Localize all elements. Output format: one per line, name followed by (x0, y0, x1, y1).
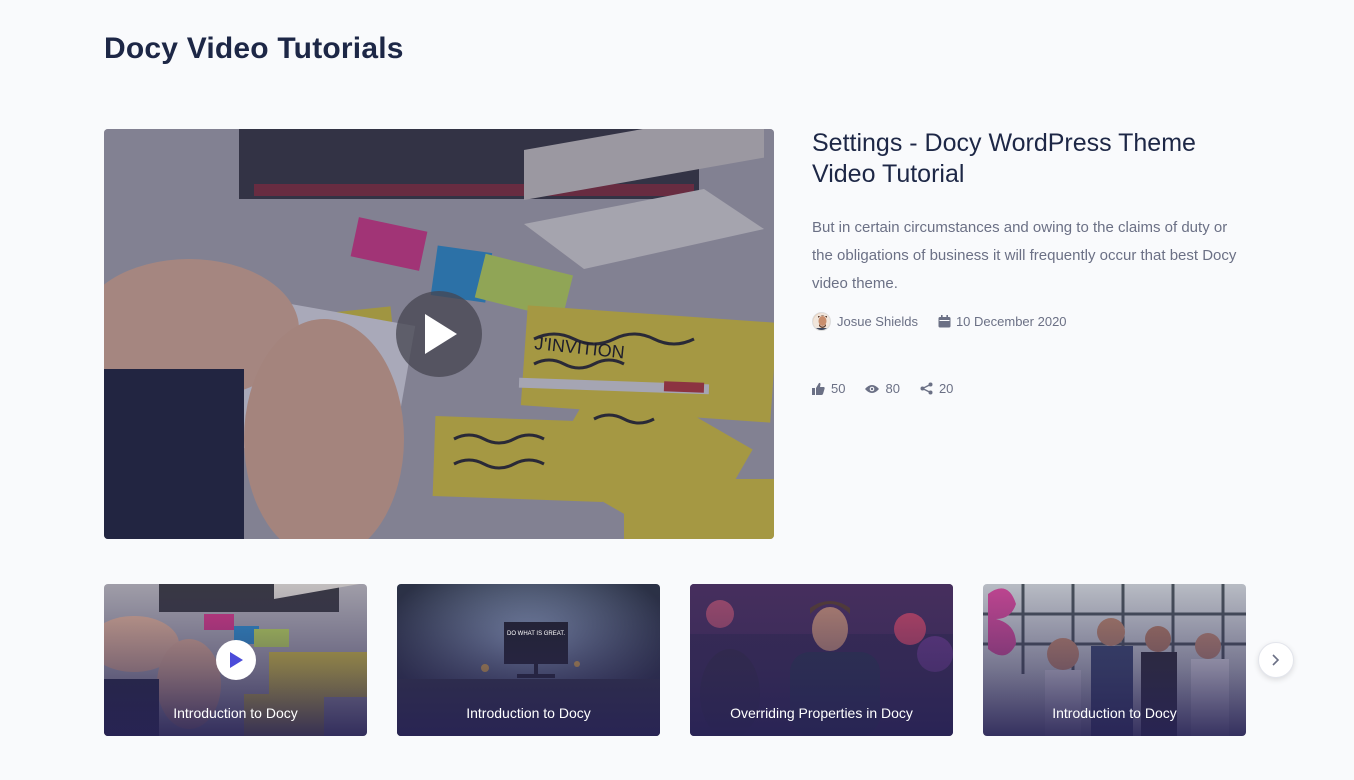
shares-stat[interactable]: 20 (920, 381, 953, 396)
video-description: But in certain circumstances and owing t… (812, 219, 1237, 292)
author-name[interactable]: Josue Shields (837, 314, 918, 329)
featured-video-info: Settings - Docy WordPress Theme Video Tu… (812, 128, 1242, 396)
featured-video-player[interactable]: J'INVITION (104, 129, 774, 539)
video-title: Settings - Docy WordPress Theme Video Tu… (812, 129, 1196, 188)
play-button[interactable] (216, 640, 256, 680)
carousel-next-button[interactable] (1258, 642, 1294, 678)
play-icon (425, 314, 457, 354)
chevron-right-icon (1272, 654, 1280, 666)
playlist-item[interactable]: Introduction to Docy (983, 584, 1246, 736)
page-title: Docy Video Tutorials (104, 32, 404, 65)
calendar-icon (938, 315, 951, 328)
shares-count: 20 (938, 381, 954, 396)
playlist-item-title: Introduction to Docy (173, 705, 298, 721)
playlist-item-title: Overriding Properties in Docy (730, 705, 913, 721)
eye-icon (865, 384, 880, 393)
share-icon (920, 382, 933, 395)
play-icon (230, 652, 243, 668)
playlist-item-title: Introduction to Docy (466, 705, 591, 721)
views-stat: 80 (865, 381, 900, 396)
playlist-item[interactable]: DO WHAT IS GREAT. Introduction to Docy (397, 584, 660, 736)
screen-text: DO WHAT IS GREAT. (506, 631, 565, 637)
publish-date: 10 December 2020 (955, 314, 1067, 329)
likes-count: 50 (831, 381, 846, 396)
playlist-item[interactable]: Introduction to Docy (104, 584, 367, 736)
likes-stat[interactable]: 50 (812, 381, 845, 396)
playlist-item[interactable]: Overriding Properties in Docy (690, 584, 953, 736)
avatar (812, 312, 831, 331)
views-count: 80 (885, 381, 900, 396)
playlist-item-title: Introduction to Docy (1052, 705, 1177, 721)
video-meta: Josue Shields 10 December 2020 (812, 312, 1242, 331)
video-stats: 50 80 20 (812, 381, 1242, 396)
thumbs-up-icon (812, 382, 825, 395)
play-button[interactable] (396, 291, 482, 377)
